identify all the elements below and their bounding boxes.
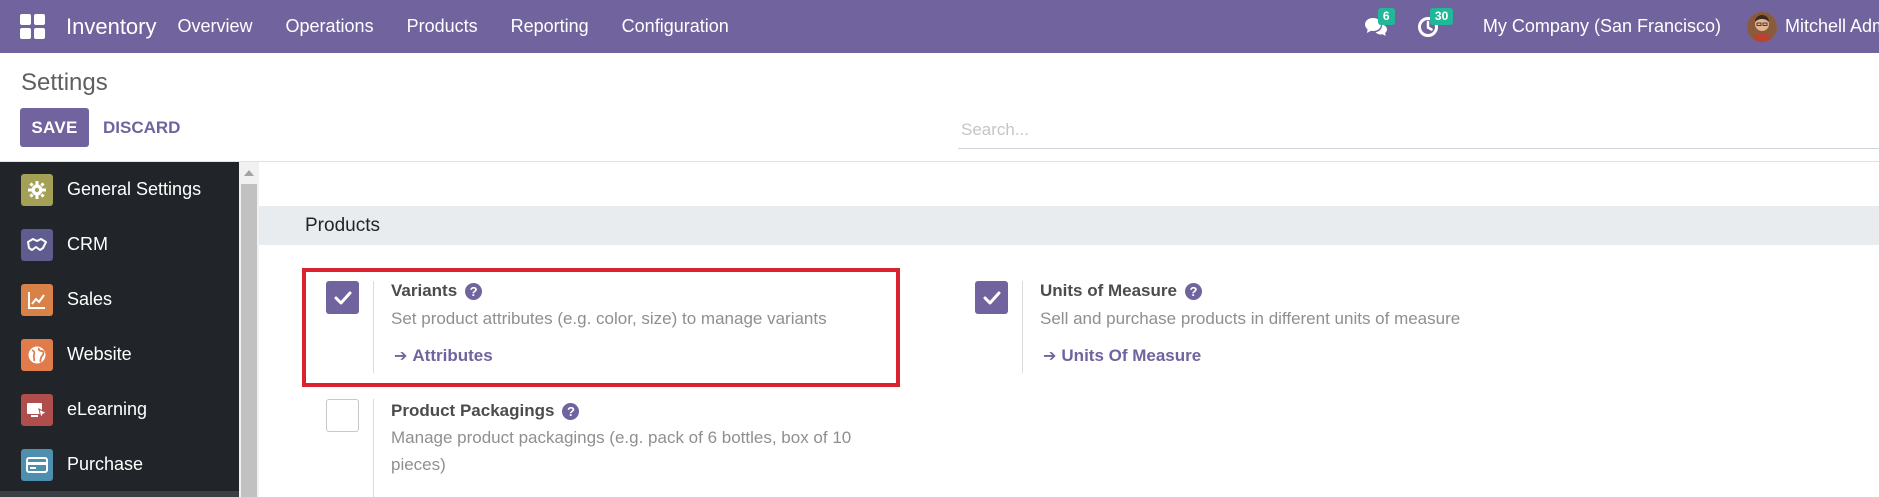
menu-reporting[interactable]: Reporting [511, 16, 589, 37]
sidebar-item-sales[interactable]: Sales [0, 272, 239, 327]
help-icon[interactable]: ? [1184, 282, 1202, 300]
scroll-thumb[interactable] [241, 184, 257, 497]
card-icon [21, 448, 53, 481]
sidebar-item-label: CRM [67, 234, 108, 254]
activities-badge: 30 [1429, 7, 1454, 25]
sidebar-item-label: General Settings [67, 179, 202, 199]
units-of-measure-link[interactable]: ➔ Units Of Measure [1043, 346, 1201, 366]
sidebar-item-purchase[interactable]: Purchase [0, 437, 239, 492]
messages-button[interactable]: 6 [1361, 7, 1395, 42]
apps-menu-icon[interactable] [20, 13, 46, 40]
avatar[interactable] [1747, 11, 1777, 42]
divider [373, 399, 374, 497]
sidebar-item-crm[interactable]: CRM [0, 217, 239, 272]
sidebar-scrollbar[interactable] [239, 162, 259, 497]
highlight-box [302, 268, 900, 387]
section-title: Products [305, 215, 380, 236]
sidebar-next-item [0, 491, 239, 497]
menu-products[interactable]: Products [407, 16, 478, 37]
sidebar-item-general-settings[interactable]: General Settings [0, 162, 239, 217]
activities-button[interactable]: 30 [1413, 7, 1454, 42]
page-title: Settings [21, 69, 108, 96]
sidebar-item-label: Website [67, 344, 132, 364]
top-navbar: Inventory Overview Operations Products R… [0, 0, 1879, 53]
menu-configuration[interactable]: Configuration [622, 16, 729, 37]
sidebar-item-website[interactable]: Website [0, 327, 239, 382]
product-packagings-checkbox[interactable] [326, 399, 359, 432]
elearning-icon [21, 393, 53, 426]
units-of-measure-checkbox[interactable] [975, 281, 1008, 314]
chart-icon [21, 283, 53, 316]
sidebar-item-label: Purchase [67, 454, 144, 474]
user-menu[interactable]: Mitchell Admin [1785, 16, 1879, 37]
gear-icon [21, 173, 53, 206]
control-panel: Settings Search... SAVE DISCARD [0, 53, 1879, 162]
menu-operations[interactable]: Operations [286, 16, 374, 37]
sidebar-item-label: eLearning [67, 399, 148, 419]
globe-icon [21, 338, 53, 371]
check-icon [983, 291, 1000, 304]
product-packagings-description-line1: Manage product packagings (e.g. pack of … [391, 428, 852, 447]
messages-badge: 6 [1377, 7, 1395, 25]
settings-sidebar: General Settings CRM Sales Website eLear… [0, 162, 239, 497]
help-icon[interactable]: ? [562, 402, 580, 420]
discard-button[interactable]: DISCARD [103, 108, 180, 147]
handshake-icon [21, 228, 53, 261]
scroll-up-icon[interactable] [244, 170, 254, 176]
search-input[interactable]: Search... [958, 115, 1879, 149]
product-packagings-description-line2: pieces) [391, 455, 446, 474]
section-header: Products [259, 206, 1879, 245]
units-of-measure-link-label: Units Of Measure [1061, 346, 1202, 365]
product-packagings-title: Product Packagings ? [391, 401, 580, 421]
units-of-measure-title-text: Units of Measure [1040, 281, 1177, 300]
sidebar-item-label: Sales [67, 289, 113, 309]
menu-overview[interactable]: Overview [178, 16, 253, 37]
units-of-measure-title: Units of Measure ? [1040, 281, 1202, 301]
sidebar-item-elearning[interactable]: eLearning [0, 382, 239, 437]
save-button[interactable]: SAVE [20, 108, 89, 147]
company-switcher[interactable]: My Company (San Francisco) [1483, 16, 1721, 37]
divider [1022, 281, 1023, 373]
units-of-measure-description: Sell and purchase products in different … [1040, 309, 1461, 328]
arrow-right-icon: ➔ [1043, 348, 1057, 365]
app-name[interactable]: Inventory [66, 14, 157, 40]
product-packagings-title-text: Product Packagings [391, 401, 555, 420]
